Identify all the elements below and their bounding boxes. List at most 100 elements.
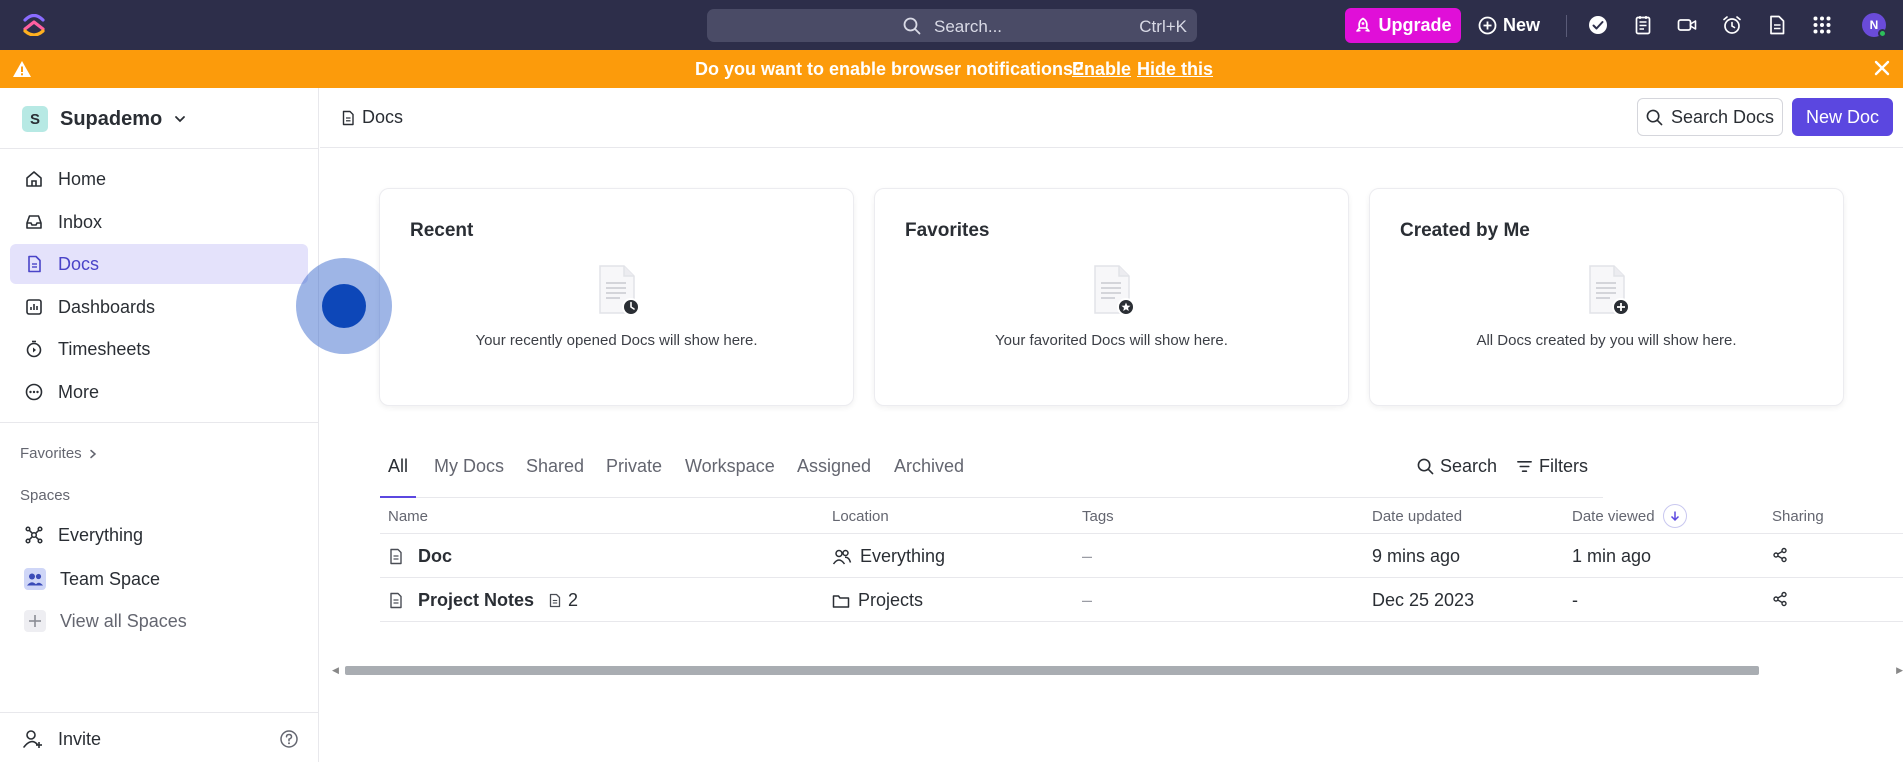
banner-message: Do you want to enable browser notificati… [695, 59, 1085, 79]
favorites-section[interactable]: Favorites [20, 445, 98, 462]
tab-private[interactable]: Private [606, 456, 662, 498]
doc-icon [390, 592, 402, 609]
sidebar-item-view-all-spaces[interactable]: View all Spaces [10, 601, 308, 641]
avatar-initial: N [1869, 18, 1879, 32]
alarm-icon[interactable] [1721, 14, 1743, 36]
col-date-updated[interactable]: Date updated [1372, 508, 1462, 525]
table-search-label: Search [1440, 456, 1498, 476]
breadcrumb[interactable]: Docs [340, 107, 403, 128]
video-icon[interactable] [1676, 14, 1698, 36]
location-cell[interactable]: Projects [832, 590, 923, 611]
date-updated-cell: Dec 25 2023 [1372, 590, 1475, 610]
new-button[interactable]: New [1478, 8, 1548, 43]
scroll-left-arrow[interactable]: ◀ [332, 665, 339, 676]
sidebar-item-label: View all Spaces [60, 610, 187, 631]
favorites-label: Favorites [20, 445, 82, 462]
card-empty-text: Your favorited Docs will show here. [995, 332, 1228, 349]
user-avatar[interactable]: N [1862, 13, 1887, 38]
share-icon[interactable] [1772, 547, 1788, 563]
sidebar-item-everything[interactable]: Everything [10, 515, 308, 555]
warning-icon [13, 61, 31, 77]
tab-assigned[interactable]: Assigned [797, 456, 871, 498]
doc-icon [342, 110, 354, 125]
scroll-right-arrow[interactable]: ▶ [1896, 665, 1903, 676]
upgrade-label: Upgrade [1378, 15, 1452, 35]
sidebar-item-more[interactable]: More [10, 372, 308, 412]
col-location[interactable]: Location [832, 508, 889, 525]
search-shortcut: Ctrl+K [1139, 17, 1187, 36]
card-title: Recent [410, 220, 474, 241]
tags-cell[interactable]: – [1082, 546, 1092, 567]
recent-card: Recent Your recently opened Docs will sh… [379, 188, 854, 406]
hide-banner-link[interactable]: Hide this [1137, 59, 1213, 80]
scrollbar-thumb[interactable] [345, 666, 1759, 675]
doc-plus-icon [1589, 265, 1630, 316]
stopwatch-icon [26, 340, 42, 358]
sidebar-item-label: Everything [58, 524, 144, 545]
sidebar-item-inbox[interactable]: Inbox [10, 202, 308, 242]
sort-descending-button[interactable] [1662, 504, 1687, 528]
tab-my-docs[interactable]: My Docs [434, 456, 504, 498]
top-bar: Search... Ctrl+K Upgrade New N [0, 0, 1903, 50]
sidebar-item-label: Home [58, 168, 107, 189]
app-logo-icon[interactable] [22, 14, 46, 36]
dashboard-icon [26, 299, 42, 315]
subpage-icon [549, 593, 561, 608]
search-placeholder: Search... [934, 17, 1003, 36]
table-search-button[interactable]: Search [1417, 456, 1497, 477]
help-icon[interactable] [279, 729, 299, 749]
location-cell[interactable]: Everything [832, 546, 945, 567]
tab-shared[interactable]: Shared [526, 456, 584, 498]
tab-all[interactable]: All [380, 456, 417, 498]
col-date-viewed[interactable]: Date viewed [1572, 504, 1687, 528]
close-icon[interactable] [1873, 59, 1891, 77]
sidebar-item-team-space[interactable]: Team Space [10, 559, 308, 599]
filters-button[interactable]: Filters [1516, 456, 1588, 477]
new-doc-button[interactable]: New Doc [1792, 98, 1893, 136]
main-content: Docs Search Docs New Doc Recent Your rec… [320, 88, 1903, 762]
sidebar-item-docs[interactable]: Docs [10, 244, 308, 284]
check-circle-icon[interactable] [1587, 14, 1609, 36]
table-row[interactable]: Doc Everything – 9 mins ago 1 min ago [380, 534, 1903, 578]
filter-icon [1517, 460, 1532, 473]
subpages-count[interactable]: 2 [548, 590, 578, 611]
upgrade-button[interactable]: Upgrade [1345, 8, 1461, 43]
card-empty-text: All Docs created by you will show here. [1476, 332, 1737, 349]
sidebar-item-dashboards[interactable]: Dashboards [10, 287, 308, 327]
sidebar-item-label: Dashboards [58, 296, 156, 317]
sidebar: S Supademo Home Inbox Docs Dashboards Ti… [0, 88, 319, 762]
doc-name-cell[interactable]: Doc [388, 546, 452, 567]
sidebar-item-home[interactable]: Home [10, 159, 308, 199]
global-search[interactable]: Search... Ctrl+K [707, 9, 1197, 42]
table-row[interactable]: Project Notes 2 Projects – Dec 25 2023 - [380, 578, 1903, 622]
doc-clock-icon [599, 265, 640, 316]
tab-archived[interactable]: Archived [894, 456, 964, 498]
everything-icon [25, 526, 43, 544]
arrow-down-icon [1670, 511, 1679, 522]
notepad-icon[interactable] [1632, 14, 1654, 36]
add-user-icon [23, 730, 42, 748]
enable-notifications-link[interactable]: Enable [1072, 59, 1131, 80]
docs-table-header: Name Location Tags Date updated Date vie… [380, 498, 1903, 534]
more-icon [25, 383, 43, 401]
home-icon [26, 171, 42, 187]
invite-button[interactable]: Invite [22, 728, 101, 750]
sidebar-item-timesheets[interactable]: Timesheets [10, 329, 308, 369]
tags-cell[interactable]: – [1082, 590, 1092, 611]
location-label: Everything [860, 546, 946, 566]
search-icon [1417, 458, 1434, 475]
share-icon[interactable] [1772, 591, 1788, 607]
col-tags[interactable]: Tags [1082, 508, 1114, 525]
horizontal-scrollbar[interactable]: ◀ ▶ [332, 664, 1903, 676]
tab-workspace[interactable]: Workspace [685, 456, 775, 498]
apps-grid-icon[interactable] [1811, 14, 1833, 36]
col-sharing[interactable]: Sharing [1772, 508, 1824, 525]
new-doc-label: New Doc [1805, 106, 1880, 127]
doc-icon[interactable] [1766, 14, 1788, 36]
col-name[interactable]: Name [388, 508, 428, 525]
search-docs-button[interactable]: Search Docs [1637, 98, 1783, 136]
date-updated-cell: 9 mins ago [1372, 546, 1461, 566]
workspace-switcher[interactable]: S Supademo [22, 106, 186, 132]
click-indicator [322, 284, 366, 328]
doc-name-cell[interactable]: Project Notes 2 [388, 590, 578, 611]
